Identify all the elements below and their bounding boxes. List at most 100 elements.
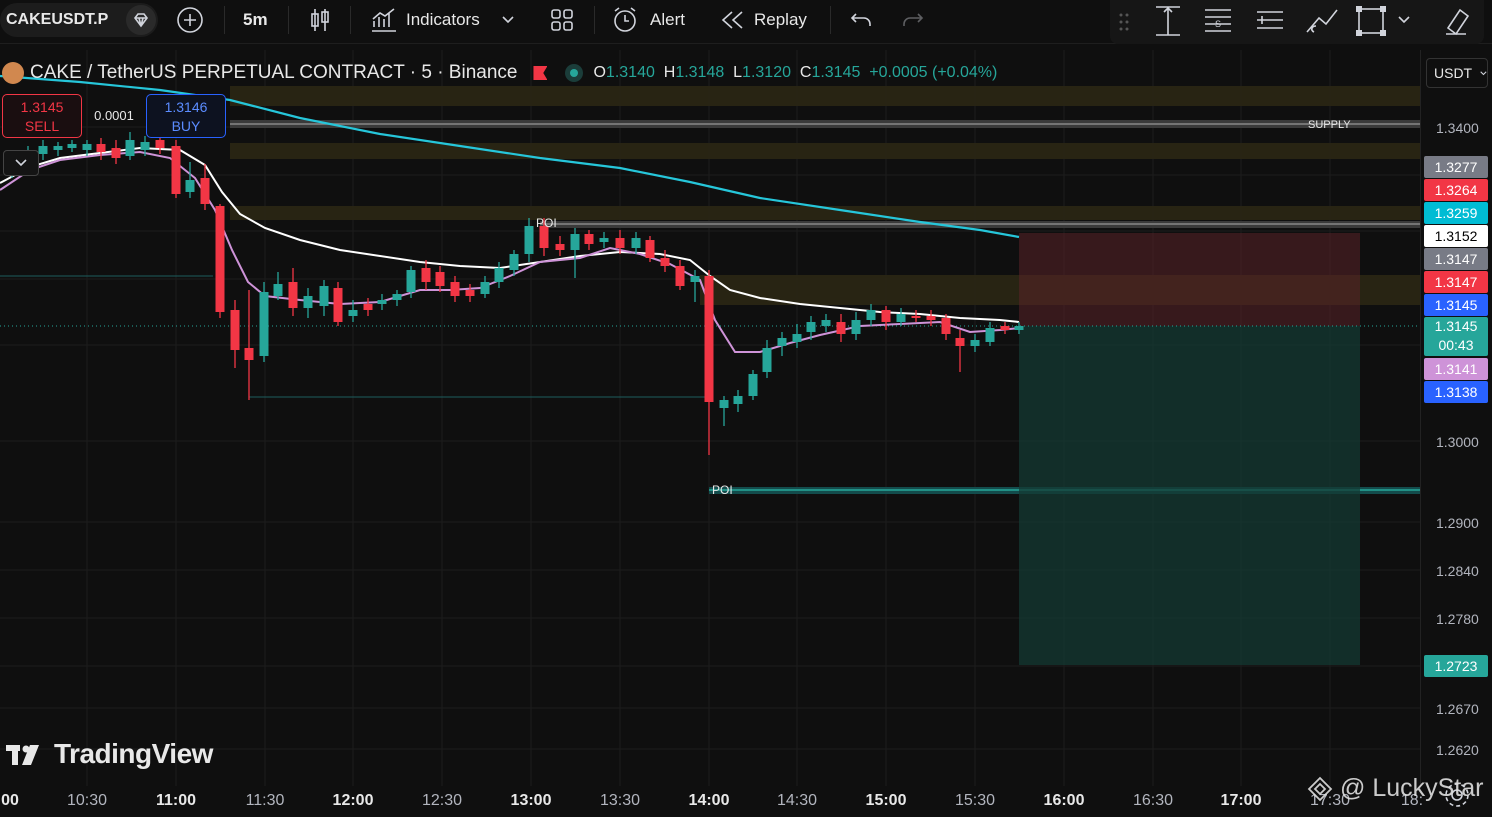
candle-body: [111, 148, 121, 158]
alert-label: Alert: [650, 10, 685, 29]
interval-button[interactable]: 5m: [243, 0, 268, 40]
currency-label: USDT: [1434, 65, 1473, 81]
symbol-label: CAKEUSDT.P: [6, 11, 109, 28]
candle-body: [288, 282, 298, 308]
candle-body: [675, 266, 685, 286]
drag-handle-icon[interactable]: [1118, 12, 1130, 32]
price-tick: 1.3400: [1436, 120, 1479, 136]
time-tick: 13:30: [599, 792, 641, 809]
candle-body: [509, 254, 519, 270]
position-tool[interactable]: [1019, 233, 1360, 665]
price-badge: 1.3147: [1424, 271, 1488, 293]
ema-fast-line[interactable]: [0, 150, 1020, 353]
collapse-legend-button[interactable]: [3, 150, 39, 176]
undo-button[interactable]: [850, 0, 874, 40]
candle-body: [140, 142, 150, 150]
undo-icon: [850, 13, 871, 26]
indicators-label: Indicators: [406, 10, 480, 29]
svg-text:S: S: [1215, 19, 1221, 29]
indicators-icon: [372, 8, 396, 32]
buy-button[interactable]: 1.3146 BUY: [146, 94, 226, 138]
chart-type-button[interactable]: [308, 0, 332, 40]
horizontal-lines-icon[interactable]: [1254, 6, 1286, 36]
candle-body: [762, 348, 772, 372]
spread-value: 0.0001: [94, 108, 134, 123]
sell-button[interactable]: 1.3145 SELL: [2, 94, 82, 138]
currency-select[interactable]: USDT: [1426, 58, 1488, 88]
candle-body: [319, 286, 329, 306]
candle-body: [363, 304, 373, 310]
price-tick: 1.2620: [1436, 742, 1479, 758]
diamond-icon[interactable]: [126, 5, 156, 35]
time-tick: 14:00: [688, 792, 730, 809]
replay-button[interactable]: Replay: [720, 0, 807, 40]
candle-body: [53, 146, 63, 150]
indicators-button[interactable]: Indicators: [370, 0, 514, 40]
candle-body: [806, 322, 816, 332]
candle-body: [792, 334, 802, 342]
brush-icon[interactable]: [1304, 6, 1340, 36]
candle-body: [821, 320, 831, 326]
chevron-down-icon[interactable]: [1398, 16, 1410, 24]
price-badge: 1.3277: [1424, 156, 1488, 178]
plus-circle-icon: [177, 7, 203, 33]
candle-body: [733, 396, 743, 404]
price-badge: 1.3264: [1424, 179, 1488, 201]
candle-body: [38, 146, 48, 154]
candle-body: [450, 282, 460, 296]
time-tick: 15:00: [865, 792, 907, 809]
time-tick: 11:30: [245, 792, 285, 809]
rectangle-tool-icon[interactable]: [1354, 4, 1388, 38]
market-status-icon: [565, 64, 584, 82]
candle-body: [645, 240, 655, 258]
time-tick: 00: [1, 792, 19, 809]
time-tick: 15:30: [954, 792, 996, 809]
candle-body: [719, 400, 729, 408]
time-tick: 11:00: [155, 792, 197, 809]
candle-body: [555, 244, 565, 250]
alert-button[interactable]: Alert: [612, 0, 685, 40]
replay-label: Replay: [754, 10, 807, 29]
alarm-clock-icon: [614, 7, 636, 32]
price-badge: 1.3141: [1424, 358, 1488, 380]
price-range-icon[interactable]: [1152, 4, 1184, 38]
price-badge: 1.3152: [1424, 225, 1488, 247]
countdown: 00:43: [1438, 337, 1474, 353]
time-tick: 12:30: [421, 792, 463, 809]
eraser-icon[interactable]: [1442, 6, 1470, 36]
candle-body: [259, 292, 269, 356]
candle-body: [200, 178, 210, 204]
time-tick: 16:30: [1132, 792, 1174, 809]
redo-button[interactable]: [900, 0, 924, 40]
candle-body: [777, 338, 787, 346]
price-chart[interactable]: POI POI SUPPLY: [0, 50, 1420, 790]
chevron-down-icon: [15, 159, 27, 167]
candle-body: [435, 272, 445, 286]
price-badge: 1.3138: [1424, 381, 1488, 403]
poi-lower-label: POI: [712, 483, 733, 497]
candle-body: [690, 276, 700, 282]
layouts-button[interactable]: [550, 0, 574, 40]
price-badge: 1.3145: [1424, 294, 1488, 316]
candle-body: [631, 238, 641, 248]
time-tick: 13:00: [510, 792, 552, 809]
candle-body: [1000, 326, 1010, 330]
flag-icon[interactable]: [533, 66, 548, 80]
candle-body: [851, 320, 861, 334]
sell-price: 1.3145: [20, 99, 64, 115]
candle-body: [570, 234, 580, 250]
candle-body: [230, 310, 240, 350]
add-symbol-button[interactable]: [176, 0, 204, 40]
coin-logo-icon: [2, 62, 24, 84]
candle-body: [615, 238, 625, 248]
buy-label: BUY: [171, 118, 201, 134]
symbol-search-button[interactable]: CAKEUSDT.P: [0, 3, 158, 37]
candle-body: [1014, 326, 1024, 330]
buy-price: 1.3146: [164, 99, 208, 115]
candle-body: [881, 310, 891, 322]
time-tick: 17:00: [1220, 792, 1262, 809]
fib-lines-icon[interactable]: S: [1202, 6, 1234, 36]
candle-body: [155, 140, 165, 148]
sell-label: SELL: [24, 118, 60, 134]
grid-icon: [551, 9, 573, 31]
